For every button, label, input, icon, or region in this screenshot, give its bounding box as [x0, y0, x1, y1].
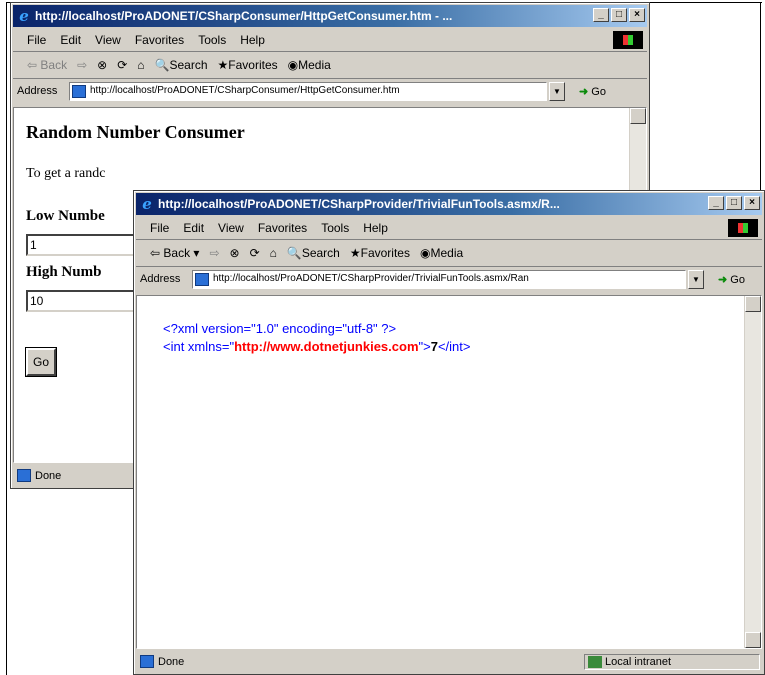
forward-icon[interactable]: ⇨: [209, 246, 219, 260]
xml-int-element: <int xmlns="http://www.dotnetjunkies.com…: [163, 339, 471, 354]
high-number-label: High Numb: [26, 264, 102, 280]
back-button[interactable]: ⇦ Back: [27, 58, 67, 72]
go-button[interactable]: ➜ Go: [579, 85, 606, 98]
scroll-down-icon[interactable]: [745, 632, 761, 648]
maximize-icon[interactable]: □: [611, 8, 627, 22]
back-address-input[interactable]: http://localhost/ProADONET/CSharpConsume…: [69, 82, 547, 101]
front-addressbar: Address http://localhost/ProADONET/CShar…: [136, 267, 762, 293]
minimize-icon[interactable]: _: [593, 8, 609, 22]
menu-favorites[interactable]: Favorites: [258, 221, 307, 235]
low-number-label: Low Numbe: [26, 208, 105, 224]
front-menubar: File Edit View Favorites Tools Help: [136, 217, 762, 240]
media-button[interactable]: ◉Media: [288, 58, 331, 72]
ie-logo-icon: e: [19, 7, 29, 25]
address-label: Address: [140, 273, 181, 285]
go-button[interactable]: ➜ Go: [718, 273, 745, 286]
xml-namespace-link: http://www.dotnetjunkies.com: [234, 339, 419, 354]
menu-file[interactable]: File: [27, 33, 46, 47]
submit-go-button[interactable]: Go: [25, 347, 57, 377]
local-intranet-icon: [588, 656, 602, 668]
front-statusbar: Done Local intranet: [136, 651, 762, 673]
home-icon[interactable]: ⌂: [270, 246, 277, 260]
stop-icon[interactable]: ⊗: [230, 246, 240, 260]
close-icon[interactable]: ×: [744, 196, 760, 210]
home-icon[interactable]: ⌂: [137, 58, 144, 72]
ie-logo-icon: e: [142, 195, 152, 213]
xml-value: 7: [430, 339, 438, 354]
back-button[interactable]: ⇦ Back ▾: [150, 246, 199, 260]
page-icon: [195, 273, 209, 286]
page-title: Random Number Consumer: [26, 122, 245, 142]
menu-help[interactable]: Help: [240, 33, 265, 47]
back-toolbar: ⇦ Back ⇨ ⊗ ⟳ ⌂ 🔍Search ★Favorites ◉Media: [13, 52, 647, 79]
menu-tools[interactable]: Tools: [198, 33, 226, 47]
front-browser-window[interactable]: e http://localhost/ProADONET/CSharpProvi…: [133, 190, 765, 675]
menu-view[interactable]: View: [95, 33, 121, 47]
front-toolbar: ⇦ Back ▾ ⇨ ⊗ ⟳ ⌂ 🔍Search ★Favorites ◉Med…: [136, 240, 762, 267]
front-window-title: http://localhost/ProADONET/CSharpProvide…: [158, 197, 560, 211]
status-text: Done: [158, 656, 185, 668]
zone-label: Local intranet: [605, 656, 672, 668]
menu-edit[interactable]: Edit: [60, 33, 81, 47]
refresh-icon[interactable]: ⟳: [117, 58, 127, 72]
menu-file[interactable]: File: [150, 221, 169, 235]
intro-text: To get a randc: [26, 166, 106, 181]
menu-tools[interactable]: Tools: [321, 221, 349, 235]
back-window-title: http://localhost/ProADONET/CSharpConsume…: [35, 9, 453, 23]
address-label: Address: [17, 85, 58, 97]
windows-logo-icon: [613, 31, 643, 49]
menu-favorites[interactable]: Favorites: [135, 33, 184, 47]
back-window-titlebar[interactable]: e http://localhost/ProADONET/CSharpConsu…: [13, 5, 647, 27]
back-menubar: File Edit View Favorites Tools Help: [13, 29, 647, 52]
menu-view[interactable]: View: [218, 221, 244, 235]
scroll-up-icon[interactable]: [630, 108, 646, 124]
search-button[interactable]: 🔍Search: [155, 58, 208, 72]
page-done-icon: [140, 655, 154, 668]
xml-document: <?xml version="1.0" encoding="utf-8" ?> …: [163, 320, 470, 356]
favorites-button[interactable]: ★Favorites: [350, 246, 410, 260]
media-button[interactable]: ◉Media: [420, 246, 463, 260]
page-done-icon: [17, 469, 31, 482]
maximize-icon[interactable]: □: [726, 196, 742, 210]
front-window-titlebar[interactable]: e http://localhost/ProADONET/CSharpProvi…: [136, 193, 762, 215]
address-dropdown-icon[interactable]: ▼: [688, 270, 704, 289]
menu-help[interactable]: Help: [363, 221, 388, 235]
minimize-icon[interactable]: _: [708, 196, 724, 210]
address-dropdown-icon[interactable]: ▼: [549, 82, 565, 101]
figure-frame-left: [6, 2, 7, 675]
scroll-up-icon[interactable]: [745, 296, 761, 312]
search-button[interactable]: 🔍Search: [287, 246, 340, 260]
close-icon[interactable]: ×: [629, 8, 645, 22]
back-addressbar: Address http://localhost/ProADONET/CShar…: [13, 79, 647, 105]
refresh-icon[interactable]: ⟳: [250, 246, 260, 260]
page-icon: [72, 85, 86, 98]
favorites-button[interactable]: ★Favorites: [218, 58, 278, 72]
forward-icon[interactable]: ⇨: [77, 58, 87, 72]
front-address-input[interactable]: http://localhost/ProADONET/CSharpProvide…: [192, 270, 686, 289]
front-vertical-scrollbar[interactable]: [744, 296, 761, 648]
front-page-content: <?xml version="1.0" encoding="utf-8" ?> …: [136, 295, 762, 649]
menu-edit[interactable]: Edit: [183, 221, 204, 235]
xml-declaration: <?xml version="1.0" encoding="utf-8" ?>: [163, 321, 397, 336]
windows-logo-icon: [728, 219, 758, 237]
zone-panel: Local intranet: [584, 654, 760, 670]
stop-icon[interactable]: ⊗: [97, 58, 107, 72]
status-text: Done: [35, 470, 62, 482]
